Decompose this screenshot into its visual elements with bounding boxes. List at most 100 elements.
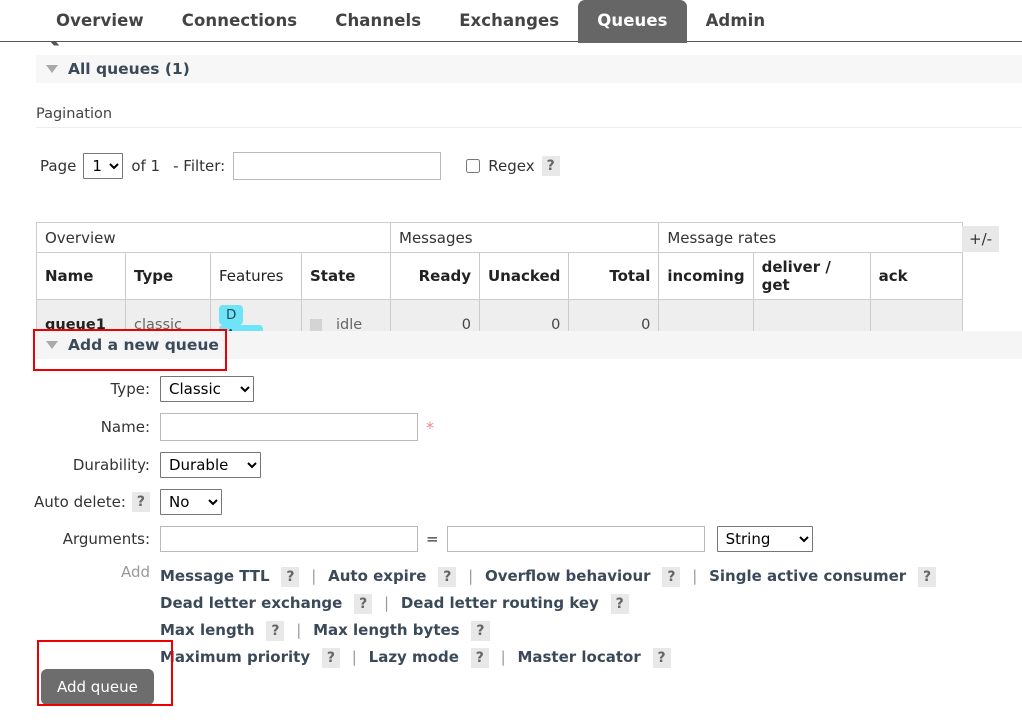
column-header-unacked[interactable]: Unacked <box>478 252 570 300</box>
preset-message-ttl-help-icon[interactable]: ? <box>281 567 300 587</box>
preset-separator: | <box>296 621 302 639</box>
preset-dead-letter-routing-key[interactable]: Dead letter routing key <box>401 594 599 612</box>
auto-delete-label-wrap: Auto delete: ? <box>33 492 160 512</box>
preset-max-length-bytes[interactable]: Max length bytes <box>313 621 460 639</box>
column-header-ack[interactable]: ack <box>869 252 963 300</box>
column-header-type[interactable]: Type <box>125 252 211 300</box>
auto-delete-help-icon[interactable]: ? <box>131 492 150 512</box>
table-column-header-row: Name Type Features State Ready Unacked T… <box>36 252 963 300</box>
preset-group-3: Max length ? | Max length bytes ? <box>160 617 936 644</box>
presets-links: Message TTL ? | Auto expire ? | Overflow… <box>160 563 937 671</box>
durability-select[interactable]: Durable <box>160 452 261 478</box>
argument-key-input[interactable] <box>160 526 418 552</box>
required-marker: * <box>426 417 434 437</box>
nav-tab-exchanges[interactable]: Exchanges <box>440 0 578 43</box>
page-select[interactable]: 1 <box>83 153 124 179</box>
preset-max-length[interactable]: Max length <box>160 621 255 639</box>
form-row-type: Type: Classic <box>36 376 1022 402</box>
toggle-columns-button[interactable]: +/- <box>962 226 1000 252</box>
name-input[interactable] <box>160 413 418 441</box>
preset-master-locator-help-icon[interactable]: ? <box>652 648 671 668</box>
preset-overflow-behaviour-help-icon[interactable]: ? <box>662 567 681 587</box>
preset-max-length-bytes-help-icon[interactable]: ? <box>471 621 490 641</box>
argument-equals-sign: = <box>426 530 439 548</box>
filter-input[interactable] <box>233 152 442 180</box>
all-queues-label: All queues (1) <box>68 60 190 78</box>
group-header-message-rates: Message rates <box>658 222 963 253</box>
page-total-label: of 1 <box>131 157 161 175</box>
preset-maximum-priority[interactable]: Maximum priority <box>160 648 310 666</box>
column-header-name[interactable]: Name <box>36 252 126 300</box>
table-group-header-row: Overview Messages Message rates <box>36 222 963 253</box>
preset-single-active-consumer[interactable]: Single active consumer <box>709 567 906 585</box>
preset-separator: | <box>351 648 357 666</box>
regex-checkbox[interactable] <box>466 159 481 173</box>
add-new-queue-section-header[interactable]: Add a new queue <box>36 331 1022 359</box>
regex-label: Regex <box>488 157 535 175</box>
preset-single-active-consumer-help-icon[interactable]: ? <box>917 567 937 587</box>
state-indicator-icon <box>310 319 322 331</box>
preset-separator: | <box>468 567 474 585</box>
preset-separator: | <box>311 567 317 585</box>
durability-label: Durability: <box>72 456 150 474</box>
nav-tab-connections[interactable]: Connections <box>163 0 316 43</box>
column-header-features: Features <box>210 252 302 300</box>
column-header-total[interactable]: Total <box>568 252 660 300</box>
nav-tab-channels[interactable]: Channels <box>316 0 440 43</box>
add-queue-button[interactable]: Add queue <box>41 669 154 705</box>
preset-separator: | <box>500 648 506 666</box>
regex-option: Regex ? <box>466 156 560 176</box>
column-header-deliver-get[interactable]: deliver / get <box>752 252 871 300</box>
preset-master-locator[interactable]: Master locator <box>517 648 640 666</box>
arguments-label: Arguments: <box>62 530 150 548</box>
presets-add-label: Add <box>120 563 150 581</box>
pagination-title: Pagination <box>36 106 1022 128</box>
type-select[interactable]: Classic <box>160 376 254 402</box>
preset-dead-letter-exchange-help-icon[interactable]: ? <box>354 594 373 614</box>
type-label: Type: <box>110 380 150 398</box>
column-header-state[interactable]: State <box>301 252 391 300</box>
queues-page: Queues Overview Connections Channels Exc… <box>0 0 1022 725</box>
form-row-auto-delete: Auto delete: ? No <box>33 489 1022 515</box>
regex-help-icon[interactable]: ? <box>541 156 560 176</box>
preset-dead-letter-routing-key-help-icon[interactable]: ? <box>610 594 629 614</box>
add-queue-form: Type: Classic Name: * Durability: Durabl… <box>33 376 1022 671</box>
preset-lazy-mode-help-icon[interactable]: ? <box>470 648 489 668</box>
preset-group-4: Maximum priority ? | Lazy mode ? | Maste… <box>160 644 936 671</box>
form-row-durability: Durability: Durable <box>36 452 1022 478</box>
all-queues-section-header[interactable]: All queues (1) <box>36 55 1022 83</box>
pagination-controls: Page 1 of 1 - Filter: Regex ? <box>40 152 560 180</box>
argument-type-select[interactable]: String <box>716 526 813 552</box>
preset-overflow-behaviour[interactable]: Overflow behaviour <box>485 567 651 585</box>
preset-group-1: Message TTL ? | Auto expire ? | Overflow… <box>160 563 937 590</box>
preset-max-length-help-icon[interactable]: ? <box>266 621 285 641</box>
auto-delete-label: Auto delete: <box>33 493 126 511</box>
column-header-ready[interactable]: Ready <box>390 252 480 300</box>
preset-lazy-mode[interactable]: Lazy mode <box>369 648 459 666</box>
preset-message-ttl[interactable]: Message TTL <box>160 567 270 585</box>
preset-group-2: Dead letter exchange ? | Dead letter rou… <box>160 590 936 617</box>
name-label: Name: <box>100 418 150 436</box>
nav-tab-list: Overview Connections Channels Exchanges … <box>37 0 785 43</box>
auto-delete-select[interactable]: No <box>160 489 222 515</box>
group-header-messages: Messages <box>389 222 660 253</box>
form-row-name: Name: * <box>36 413 1022 441</box>
preset-auto-expire[interactable]: Auto expire <box>328 567 426 585</box>
main-navigation: Overview Connections Channels Exchanges … <box>0 0 1022 43</box>
preset-maximum-priority-help-icon[interactable]: ? <box>321 648 341 668</box>
nav-tab-overview[interactable]: Overview <box>37 0 163 43</box>
argument-value-input[interactable] <box>446 526 705 552</box>
preset-auto-expire-help-icon[interactable]: ? <box>438 567 457 587</box>
page-label: Page <box>40 157 77 175</box>
add-new-queue-label: Add a new queue <box>68 336 219 354</box>
badge-durable[interactable]: D <box>219 305 244 325</box>
nav-tab-admin[interactable]: Admin <box>687 0 785 43</box>
argument-presets: Add Message TTL ? | Auto expire ? | Over… <box>36 563 1022 671</box>
form-row-arguments: Arguments: = String <box>36 526 1022 552</box>
column-header-incoming[interactable]: incoming <box>658 252 754 300</box>
preset-separator: | <box>383 594 390 612</box>
nav-tab-queues[interactable]: Queues <box>578 0 687 43</box>
preset-dead-letter-exchange[interactable]: Dead letter exchange <box>160 594 342 612</box>
group-header-overview: Overview <box>36 222 391 253</box>
preset-separator: | <box>692 567 698 585</box>
